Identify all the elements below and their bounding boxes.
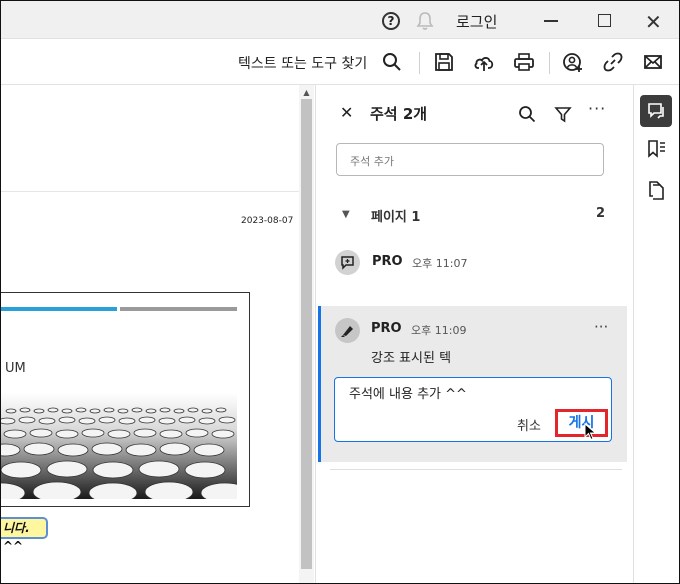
share-user-icon[interactable] — [562, 51, 584, 73]
login-button[interactable]: 로그인 — [456, 11, 497, 32]
panel-divider — [330, 469, 622, 470]
toolbar-divider — [419, 52, 420, 74]
document-image-card: UM — [1, 292, 250, 507]
bookmark-button[interactable] — [640, 133, 672, 165]
mouse-cursor-icon — [584, 423, 597, 441]
comment-author: PRO — [371, 321, 402, 336]
print-icon[interactable] — [513, 51, 535, 73]
close-panel-icon[interactable]: ✕ — [340, 103, 353, 122]
comment-card-selected[interactable]: PRO 오후 11:09 ··· 강조 표시된 텍 주석에 내용 추가 ^^ 취… — [318, 306, 627, 462]
add-comment-input[interactable]: 주석 추가 — [336, 143, 604, 176]
more-options-icon[interactable]: ··· — [588, 99, 606, 118]
highlighter-icon — [335, 318, 360, 343]
page-group-label[interactable]: 페이지 1 — [371, 206, 420, 225]
document-date: 2023-08-07 — [241, 216, 294, 226]
cloud-upload-icon[interactable] — [473, 51, 495, 73]
comments-panel: ✕ 주석 2개 ··· 주석 추가 ▼ 페이지 1 2 PRO 오후 11:07… — [315, 85, 632, 583]
card-text: UM — [5, 361, 26, 376]
mail-icon[interactable] — [642, 51, 664, 73]
comment-tool-button[interactable] — [640, 95, 672, 127]
search-comments-icon[interactable] — [518, 105, 536, 123]
pages-button[interactable] — [640, 173, 672, 205]
cancel-button[interactable]: 취소 — [517, 415, 541, 434]
comment-text: 강조 표시된 텍 — [371, 351, 452, 366]
title-bar: ? 로그인 ✕ — [1, 1, 679, 39]
page-group-count: 2 — [596, 206, 606, 221]
help-icon[interactable]: ? — [382, 12, 400, 30]
comment-icon — [648, 103, 664, 119]
scrollbar-thumb[interactable] — [301, 99, 312, 569]
comment-time: 오후 11:07 — [412, 257, 468, 270]
document-view[interactable]: 2023-08-07 UM 니다. ^^ ▲ — [1, 85, 314, 583]
toolbar-divider — [549, 52, 550, 74]
comment-more-icon[interactable]: ··· — [594, 318, 608, 336]
save-icon[interactable] — [433, 51, 455, 73]
reply-text: 주석에 내용 추가 ^^ — [349, 387, 467, 402]
page-edge — [1, 191, 299, 192]
panel-title: 주석 2개 — [370, 105, 428, 123]
comment-reply-input[interactable]: 주석에 내용 추가 ^^ 취소 게시 — [334, 377, 612, 442]
link-icon[interactable] — [602, 51, 624, 73]
comment-time: 오후 11:09 — [411, 324, 467, 337]
copy-pages-icon — [649, 181, 664, 200]
accent-bar-blue — [1, 307, 117, 311]
highlighted-text[interactable]: 니다. ^^ — [1, 517, 48, 553]
search-icon[interactable] — [381, 51, 403, 73]
toolbar: 텍스트 또는 도구 찾기 — [1, 40, 679, 85]
bell-icon[interactable] — [415, 11, 435, 31]
document-photo — [1, 393, 237, 499]
accent-bar-gray — [120, 307, 237, 311]
right-rail — [633, 85, 679, 583]
find-text-or-tool-label[interactable]: 텍스트 또는 도구 찾기 — [238, 53, 367, 73]
sticky-note-icon — [335, 250, 360, 275]
filter-icon[interactable] — [554, 105, 572, 123]
maximize-button[interactable] — [598, 14, 611, 27]
minimize-button[interactable] — [544, 20, 558, 22]
close-window-button[interactable]: ✕ — [645, 10, 662, 34]
post-button[interactable]: 게시 — [555, 409, 608, 437]
scroll-up-arrow[interactable]: ▲ — [299, 88, 314, 98]
bookmark-icon — [648, 140, 665, 158]
comment-author: PRO — [372, 254, 403, 269]
chevron-down-icon[interactable]: ▼ — [342, 209, 350, 220]
